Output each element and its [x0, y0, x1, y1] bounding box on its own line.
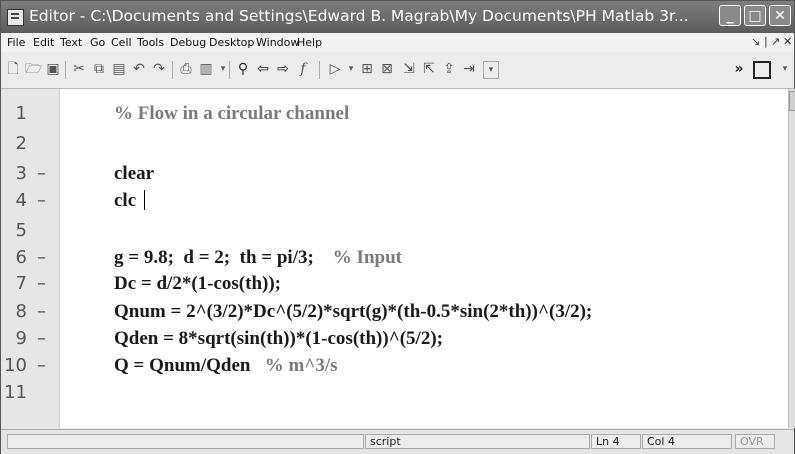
breakpoint-set-icon[interactable]: ⊞	[359, 61, 375, 77]
scrollbar-thumb[interactable]	[789, 91, 795, 111]
run-icon[interactable]: ▷	[327, 61, 343, 77]
text-cursor	[144, 190, 145, 210]
code-text: clear	[114, 163, 155, 184]
breakpoint-marker[interactable]: –	[37, 301, 46, 322]
toolbar: 🗋 🗁 ▣ ✂ ⧉ ▤ ↶ ↷ ⎙ ▥ ▾ ⚲ ⇦ ⇨ f ▷ ▾ ⊞ ⊠ ⇲ …	[1, 52, 794, 89]
code-statement: g = 9.8; d = 2; th = pi/3;	[114, 247, 333, 268]
status-column: Col 4	[642, 434, 732, 449]
undock-icon[interactable]: ↘	[751, 35, 760, 48]
step-icon[interactable]: ⇲	[401, 61, 417, 77]
back-arrow-icon[interactable]: ⇦	[255, 61, 271, 77]
window-title: Editor - C:\Documents and Settings\Edwar…	[29, 7, 689, 25]
breakpoint-marker[interactable]: –	[37, 273, 46, 294]
line-number: 9	[15, 328, 27, 349]
menu-go[interactable]: Go	[90, 36, 105, 49]
code-text: % Flow in a circular channel	[114, 103, 350, 124]
status-message-area	[7, 434, 364, 449]
new-file-icon[interactable]: 🗋	[5, 61, 21, 77]
toolbar-separator	[172, 61, 173, 79]
toolbar-separator	[229, 61, 230, 79]
line-number: 5	[15, 220, 27, 241]
code-text: Qden = 8*sqrt(sin(th))*(1-cos(th))^(5/2)…	[114, 328, 443, 349]
undo-icon[interactable]: ↶	[131, 61, 147, 77]
status-overwrite: OVR	[735, 434, 775, 449]
line-number: 7	[15, 273, 27, 294]
print-icon[interactable]: ⎙	[178, 61, 194, 77]
overflow-chevron-icon[interactable]: »	[731, 61, 747, 77]
redo-icon[interactable]: ↷	[151, 61, 167, 77]
menu-debug[interactable]: Debug	[170, 36, 206, 49]
menu-desktop[interactable]: Desktop	[209, 36, 254, 49]
vertical-scrollbar[interactable]	[788, 89, 795, 428]
cut-icon[interactable]: ✂	[71, 61, 87, 77]
code-editor[interactable]: 1 % Flow in a circular channel 2 3 – cle…	[1, 89, 788, 428]
breakpoint-marker[interactable]: –	[37, 247, 46, 268]
line-number: 6	[15, 247, 27, 268]
dock-separator: |	[764, 35, 768, 48]
continue-icon[interactable]: ⇥	[461, 61, 477, 77]
close-button[interactable]: ✕	[769, 5, 791, 26]
breakpoint-marker[interactable]: –	[37, 190, 46, 211]
toolbar-separator	[65, 61, 66, 79]
status-line: Ln 4	[591, 434, 641, 449]
status-mode: script	[365, 434, 590, 449]
line-number: 3	[15, 163, 27, 184]
maximize-doc-icon[interactable]: ↗	[771, 35, 780, 48]
step-in-icon[interactable]: ⇱	[421, 61, 437, 77]
breakpoint-marker[interactable]: –	[37, 163, 46, 184]
status-column-label: Col	[647, 435, 665, 448]
line-number: 2	[15, 133, 27, 154]
line-number: 10	[4, 355, 27, 376]
line-number: 4	[15, 190, 27, 211]
line-number: 8	[15, 301, 27, 322]
code-comment: % m^3/s	[264, 355, 338, 376]
code-text: clc	[114, 190, 137, 211]
title-bar[interactable]: Editor - C:\Documents and Settings\Edwar…	[1, 1, 794, 33]
menu-text[interactable]: Text	[60, 36, 82, 49]
status-bar: script Ln 4 Col 4 OVR	[1, 429, 794, 454]
breakpoint-marker[interactable]: –	[37, 328, 46, 349]
open-folder-icon[interactable]: 🗁	[25, 61, 42, 77]
editor-window: Editor - C:\Documents and Settings\Edwar…	[0, 0, 795, 454]
breakpoint-clear-icon[interactable]: ⊠	[379, 61, 395, 77]
status-line-value: 4	[612, 435, 620, 448]
editor-app-icon	[7, 9, 24, 26]
copy-icon[interactable]: ⧉	[91, 61, 107, 77]
code-text: g = 9.8; d = 2; th = pi/3; % Input	[114, 247, 402, 269]
status-line-label: Ln	[596, 435, 610, 448]
menu-window[interactable]: Window	[256, 36, 299, 49]
menu-help[interactable]: Help	[297, 36, 322, 49]
status-column-value: 4	[667, 435, 675, 448]
print-preview-icon[interactable]: ▥	[198, 61, 214, 77]
close-doc-icon[interactable]: ✕	[783, 35, 792, 48]
code-comment: % Input	[332, 247, 402, 268]
forward-arrow-icon[interactable]: ⇨	[275, 61, 291, 77]
line-number: 1	[15, 103, 27, 124]
save-icon[interactable]: ▣	[45, 61, 61, 77]
line-number: 11	[4, 382, 27, 403]
window-toggle-icon[interactable]	[753, 61, 771, 79]
menu-bar: File Edit Text Go Cell Tools Debug Deskt…	[1, 33, 794, 52]
maximize-button[interactable]: □	[744, 5, 766, 26]
code-text: Dc = d/2*(1-cos(th));	[114, 273, 282, 294]
menu-cell[interactable]: Cell	[111, 36, 132, 49]
menu-edit[interactable]: Edit	[33, 36, 54, 49]
code-statement: Q = Qnum/Qden	[114, 355, 265, 376]
code-text: Qnum = 2^(3/2)*Dc^(5/2)*sqrt(g)*(th-0.5*…	[114, 301, 593, 322]
stack-dropdown-icon[interactable]: ▾	[483, 61, 499, 79]
step-out-icon[interactable]: ⇪	[441, 61, 457, 77]
run-dropdown-icon[interactable]: ▾	[343, 61, 359, 77]
find-icon[interactable]: ⚲	[235, 61, 251, 77]
window-toggle-dropdown-icon[interactable]: ▾	[777, 61, 793, 77]
menu-tools[interactable]: Tools	[137, 36, 164, 49]
minimize-button[interactable]: _	[719, 5, 741, 26]
paste-icon[interactable]: ▤	[111, 61, 127, 77]
toolbar-separator	[319, 61, 320, 79]
function-icon[interactable]: f	[295, 61, 311, 77]
menu-file[interactable]: File	[7, 36, 25, 49]
code-text: Q = Qnum/Qden % m^3/s	[114, 355, 338, 377]
breakpoint-marker[interactable]: –	[37, 355, 46, 376]
